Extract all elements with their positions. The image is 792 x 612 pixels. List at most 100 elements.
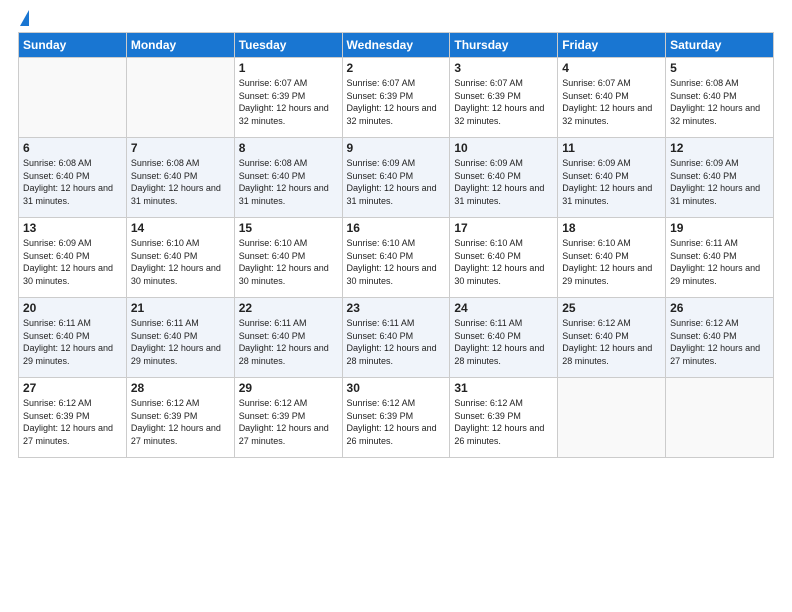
day-number: 26 bbox=[670, 301, 769, 315]
calendar-week-row: 6 Sunrise: 6:08 AM Sunset: 6:40 PM Daylig… bbox=[19, 138, 774, 218]
header bbox=[18, 10, 774, 26]
day-info: Sunrise: 6:12 AM Sunset: 6:39 PM Dayligh… bbox=[239, 397, 338, 447]
day-number: 6 bbox=[23, 141, 122, 155]
day-info: Sunrise: 6:07 AM Sunset: 6:39 PM Dayligh… bbox=[239, 77, 338, 127]
calendar-cell: 16Sunrise: 6:10 AM Sunset: 6:40 PM Dayli… bbox=[342, 218, 450, 298]
day-number: 19 bbox=[670, 221, 769, 235]
day-number: 15 bbox=[239, 221, 338, 235]
calendar-cell: 19 Sunrise: 6:11 AM Sunset: 6:40 PM Dayli… bbox=[666, 218, 774, 298]
day-number: 1 bbox=[239, 61, 338, 75]
day-info: Sunrise: 6:10 AM Sunset: 6:40 PM Dayligh… bbox=[454, 237, 553, 287]
day-number: 24 bbox=[454, 301, 553, 315]
day-info: Sunrise: 6:09 AM Sunset: 6:40 PM Dayligh… bbox=[454, 157, 553, 207]
day-number: 31 bbox=[454, 381, 553, 395]
calendar-cell bbox=[558, 378, 666, 458]
calendar-week-row: 13 Sunrise: 6:09 AM Sunset: 6:40 PM Dayli… bbox=[19, 218, 774, 298]
day-info: Sunrise: 6:11 AM Sunset: 6:40 PM Dayligh… bbox=[454, 317, 553, 367]
day-info: Sunrise: 6:10 AM Sunset: 6:40 PM Dayligh… bbox=[131, 237, 230, 287]
calendar-cell bbox=[126, 58, 234, 138]
day-number: 25 bbox=[562, 301, 661, 315]
calendar-cell: 6 Sunrise: 6:08 AM Sunset: 6:40 PM Daylig… bbox=[19, 138, 127, 218]
calendar-header-monday: Monday bbox=[126, 33, 234, 58]
page: SundayMondayTuesdayWednesdayThursdayFrid… bbox=[0, 0, 792, 612]
day-number: 20 bbox=[23, 301, 122, 315]
day-info: Sunrise: 6:10 AM Sunset: 6:40 PM Dayligh… bbox=[239, 237, 338, 287]
day-info: Sunrise: 6:08 AM Sunset: 6:40 PM Dayligh… bbox=[239, 157, 338, 207]
day-number: 3 bbox=[454, 61, 553, 75]
calendar-cell: 26 Sunrise: 6:12 AM Sunset: 6:40 PM Dayli… bbox=[666, 298, 774, 378]
calendar-cell: 2Sunrise: 6:07 AM Sunset: 6:39 PM Daylig… bbox=[342, 58, 450, 138]
day-info: Sunrise: 6:12 AM Sunset: 6:40 PM Dayligh… bbox=[670, 317, 769, 367]
logo bbox=[18, 10, 32, 26]
day-number: 29 bbox=[239, 381, 338, 395]
calendar-header-tuesday: Tuesday bbox=[234, 33, 342, 58]
calendar-cell: 5 Sunrise: 6:08 AM Sunset: 6:40 PM Daylig… bbox=[666, 58, 774, 138]
day-info: Sunrise: 6:08 AM Sunset: 6:40 PM Dayligh… bbox=[670, 77, 769, 127]
day-number: 11 bbox=[562, 141, 661, 155]
day-info: Sunrise: 6:12 AM Sunset: 6:39 PM Dayligh… bbox=[131, 397, 230, 447]
calendar-header-row: SundayMondayTuesdayWednesdayThursdayFrid… bbox=[19, 33, 774, 58]
calendar-cell: 17 Sunrise: 6:10 AM Sunset: 6:40 PM Dayli… bbox=[450, 218, 558, 298]
day-info: Sunrise: 6:09 AM Sunset: 6:40 PM Dayligh… bbox=[23, 237, 122, 287]
calendar-cell: 15 Sunrise: 6:10 AM Sunset: 6:40 PM Dayli… bbox=[234, 218, 342, 298]
day-number: 5 bbox=[670, 61, 769, 75]
calendar-cell: 31 Sunrise: 6:12 AM Sunset: 6:39 PM Dayli… bbox=[450, 378, 558, 458]
calendar-week-row: 20 Sunrise: 6:11 AM Sunset: 6:40 PM Dayli… bbox=[19, 298, 774, 378]
day-number: 13 bbox=[23, 221, 122, 235]
calendar-cell: 20 Sunrise: 6:11 AM Sunset: 6:40 PM Dayli… bbox=[19, 298, 127, 378]
day-info: Sunrise: 6:11 AM Sunset: 6:40 PM Dayligh… bbox=[670, 237, 769, 287]
calendar-cell: 28Sunrise: 6:12 AM Sunset: 6:39 PM Dayli… bbox=[126, 378, 234, 458]
day-info: Sunrise: 6:12 AM Sunset: 6:40 PM Dayligh… bbox=[562, 317, 661, 367]
calendar-cell bbox=[19, 58, 127, 138]
calendar-cell: 9 Sunrise: 6:09 AM Sunset: 6:40 PM Daylig… bbox=[342, 138, 450, 218]
day-number: 9 bbox=[347, 141, 446, 155]
day-info: Sunrise: 6:12 AM Sunset: 6:39 PM Dayligh… bbox=[454, 397, 553, 447]
day-number: 7 bbox=[131, 141, 230, 155]
calendar-cell: 1 Sunrise: 6:07 AM Sunset: 6:39 PM Daylig… bbox=[234, 58, 342, 138]
day-number: 23 bbox=[347, 301, 446, 315]
calendar-cell: 4Sunrise: 6:07 AM Sunset: 6:40 PM Daylig… bbox=[558, 58, 666, 138]
calendar-cell: 24 Sunrise: 6:11 AM Sunset: 6:40 PM Dayli… bbox=[450, 298, 558, 378]
day-info: Sunrise: 6:09 AM Sunset: 6:40 PM Dayligh… bbox=[562, 157, 661, 207]
day-info: Sunrise: 6:11 AM Sunset: 6:40 PM Dayligh… bbox=[23, 317, 122, 367]
calendar-header-wednesday: Wednesday bbox=[342, 33, 450, 58]
day-info: Sunrise: 6:10 AM Sunset: 6:40 PM Dayligh… bbox=[562, 237, 661, 287]
day-number: 8 bbox=[239, 141, 338, 155]
day-number: 10 bbox=[454, 141, 553, 155]
day-number: 30 bbox=[347, 381, 446, 395]
calendar-cell: 8 Sunrise: 6:08 AM Sunset: 6:40 PM Daylig… bbox=[234, 138, 342, 218]
day-number: 18 bbox=[562, 221, 661, 235]
day-info: Sunrise: 6:09 AM Sunset: 6:40 PM Dayligh… bbox=[670, 157, 769, 207]
day-info: Sunrise: 6:09 AM Sunset: 6:40 PM Dayligh… bbox=[347, 157, 446, 207]
calendar-week-row: 27 Sunrise: 6:12 AM Sunset: 6:39 PM Dayli… bbox=[19, 378, 774, 458]
day-number: 12 bbox=[670, 141, 769, 155]
calendar-cell: 21Sunrise: 6:11 AM Sunset: 6:40 PM Dayli… bbox=[126, 298, 234, 378]
day-number: 2 bbox=[347, 61, 446, 75]
calendar-cell: 13 Sunrise: 6:09 AM Sunset: 6:40 PM Dayli… bbox=[19, 218, 127, 298]
calendar-cell: 11 Sunrise: 6:09 AM Sunset: 6:40 PM Dayli… bbox=[558, 138, 666, 218]
calendar-cell: 10 Sunrise: 6:09 AM Sunset: 6:40 PM Dayli… bbox=[450, 138, 558, 218]
calendar-week-row: 1 Sunrise: 6:07 AM Sunset: 6:39 PM Daylig… bbox=[19, 58, 774, 138]
day-info: Sunrise: 6:11 AM Sunset: 6:40 PM Dayligh… bbox=[131, 317, 230, 367]
calendar-cell: 25 Sunrise: 6:12 AM Sunset: 6:40 PM Dayli… bbox=[558, 298, 666, 378]
calendar-cell: 22Sunrise: 6:11 AM Sunset: 6:40 PM Dayli… bbox=[234, 298, 342, 378]
calendar-cell: 3 Sunrise: 6:07 AM Sunset: 6:39 PM Daylig… bbox=[450, 58, 558, 138]
calendar-cell: 23 Sunrise: 6:11 AM Sunset: 6:40 PM Dayli… bbox=[342, 298, 450, 378]
day-number: 14 bbox=[131, 221, 230, 235]
day-info: Sunrise: 6:11 AM Sunset: 6:40 PM Dayligh… bbox=[347, 317, 446, 367]
day-info: Sunrise: 6:08 AM Sunset: 6:40 PM Dayligh… bbox=[23, 157, 122, 207]
calendar-header-friday: Friday bbox=[558, 33, 666, 58]
calendar-cell: 14 Sunrise: 6:10 AM Sunset: 6:40 PM Dayli… bbox=[126, 218, 234, 298]
calendar-header-saturday: Saturday bbox=[666, 33, 774, 58]
day-number: 27 bbox=[23, 381, 122, 395]
day-number: 22 bbox=[239, 301, 338, 315]
day-info: Sunrise: 6:10 AM Sunset: 6:40 PM Dayligh… bbox=[347, 237, 446, 287]
calendar-cell: 12 Sunrise: 6:09 AM Sunset: 6:40 PM Dayli… bbox=[666, 138, 774, 218]
day-number: 17 bbox=[454, 221, 553, 235]
calendar-cell: 29 Sunrise: 6:12 AM Sunset: 6:39 PM Dayli… bbox=[234, 378, 342, 458]
calendar-header-sunday: Sunday bbox=[19, 33, 127, 58]
calendar-cell: 27 Sunrise: 6:12 AM Sunset: 6:39 PM Dayli… bbox=[19, 378, 127, 458]
calendar-cell: 30Sunrise: 6:12 AM Sunset: 6:39 PM Dayli… bbox=[342, 378, 450, 458]
day-info: Sunrise: 6:07 AM Sunset: 6:39 PM Dayligh… bbox=[454, 77, 553, 127]
day-info: Sunrise: 6:12 AM Sunset: 6:39 PM Dayligh… bbox=[23, 397, 122, 447]
